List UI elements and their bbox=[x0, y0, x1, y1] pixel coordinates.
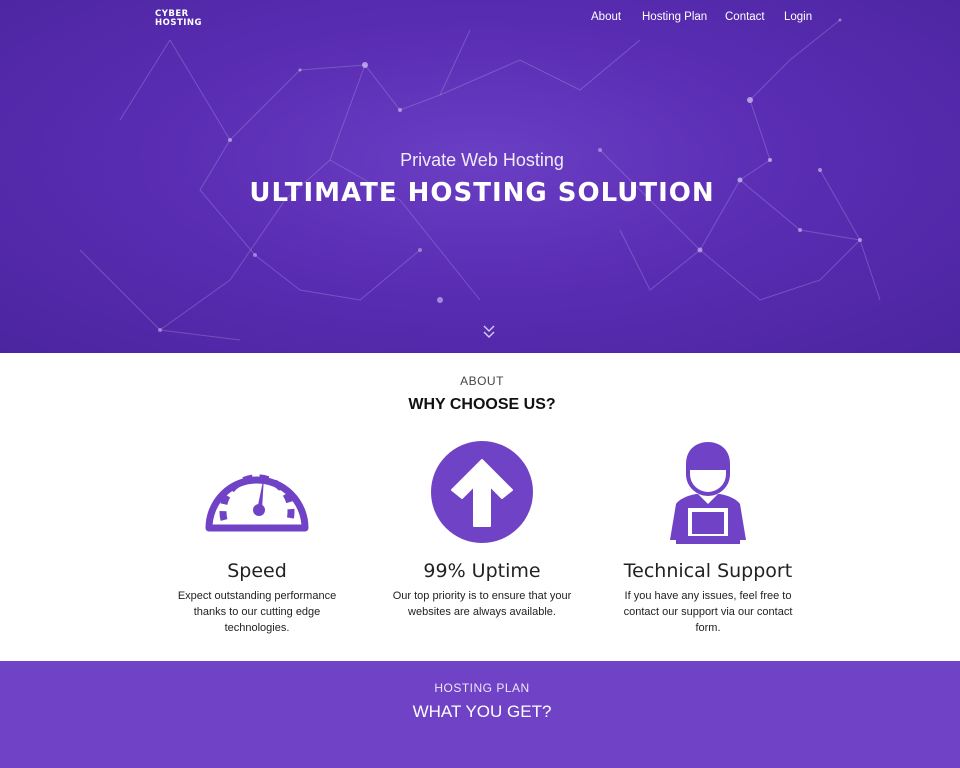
feature-title: Speed bbox=[227, 560, 287, 582]
nav-login-link[interactable]: Login bbox=[784, 11, 812, 23]
feature-description: Our top priority is to ensure that your … bbox=[392, 590, 572, 618]
feature-title: Technical Support bbox=[623, 560, 793, 582]
arrow-up-circle-icon bbox=[431, 441, 533, 543]
speedometer-icon bbox=[205, 474, 309, 532]
feature-uptime: 99% Uptime Our top priority is to ensure… bbox=[387, 440, 577, 620]
about-section-title: WHY CHOOSE US? bbox=[408, 396, 556, 413]
hero-section: CYBER HOSTING About Hosting Plan Contact… bbox=[0, 0, 960, 353]
hosting-plan-section: HOSTING PLAN WHAT YOU GET? bbox=[0, 661, 960, 768]
plan-section-title: WHAT YOU GET? bbox=[412, 702, 552, 721]
feature-speed: Speed Expect outstanding performance tha… bbox=[162, 440, 352, 636]
top-nav: About Hosting Plan Contact Login bbox=[0, 11, 960, 25]
feature-description: If you have any issues, feel free to con… bbox=[623, 590, 793, 634]
nav-contact-link[interactable]: Contact bbox=[725, 11, 765, 23]
feature-description: Expect outstanding performance thanks to… bbox=[177, 590, 337, 634]
about-section-label: ABOUT bbox=[460, 374, 504, 388]
feature-technical-support: Technical Support If you have any issues… bbox=[613, 440, 803, 636]
plan-section-label: HOSTING PLAN bbox=[434, 681, 530, 695]
double-chevron-down-icon[interactable] bbox=[482, 324, 496, 340]
support-agent-icon bbox=[670, 442, 746, 544]
hero-title: ULTIMATE HOSTING SOLUTION bbox=[249, 178, 715, 208]
network-background bbox=[79, 18, 881, 341]
nav-hosting-plan-link[interactable]: Hosting Plan bbox=[642, 11, 707, 23]
feature-title: 99% Uptime bbox=[423, 560, 541, 582]
hero-subtitle: Private Web Hosting bbox=[400, 150, 564, 170]
nav-about-link[interactable]: About bbox=[591, 11, 621, 23]
